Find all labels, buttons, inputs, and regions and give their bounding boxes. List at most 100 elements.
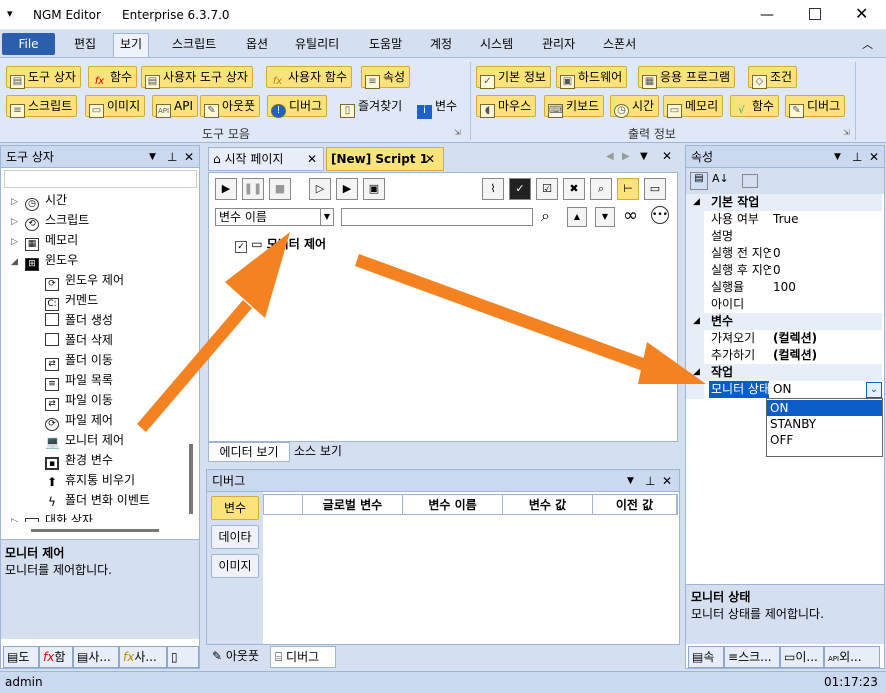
menu-utility[interactable]: 유틸리티 xyxy=(289,34,345,54)
pause-icon[interactable]: ❚❚ xyxy=(242,178,264,200)
prop-row[interactable]: 추가하기 (컬렉션) xyxy=(687,347,882,364)
tree-child-env-var[interactable]: ▪ 환경 변수 xyxy=(45,450,113,470)
tree-child-recycle[interactable]: ⬆ 휴지통 비우기 xyxy=(45,470,135,490)
tree-item-dialog[interactable]: ▷▭대화 상자 xyxy=(11,510,93,522)
tree-item-window[interactable]: ◢ ⊞ 윈도우 xyxy=(11,250,78,272)
tree-item-memory[interactable]: ▷ ▦ 메모리 xyxy=(11,230,78,252)
tree-child-file-list[interactable]: ≡ 파일 목록 xyxy=(45,370,113,391)
pin-icon[interactable]: ⊥ xyxy=(645,470,655,492)
expand-icon[interactable]: ▷ xyxy=(11,232,21,252)
tree-child-file-control[interactable]: ⟳ 파일 제어 xyxy=(45,410,113,431)
close-icon[interactable]: ✕ xyxy=(869,146,879,168)
categorized-icon[interactable]: ▤ xyxy=(690,172,708,190)
menu-sponsor[interactable]: 스폰서 xyxy=(597,34,642,54)
tab-toolbox[interactable]: ▤도 xyxy=(3,646,39,668)
h-scrollbar-thumb[interactable] xyxy=(31,529,159,532)
infinity-icon[interactable]: ∞ xyxy=(623,205,638,226)
prop-row[interactable]: 사용 여부 True xyxy=(687,211,882,228)
tab-debug[interactable]: ⌸ 디버그 xyxy=(270,646,336,668)
option-off[interactable]: OFF xyxy=(767,432,882,448)
pin-icon[interactable]: ⊥ xyxy=(167,146,177,168)
var-search-input[interactable] xyxy=(341,208,533,226)
collapse-icon[interactable]: ◢ xyxy=(693,364,700,381)
collapse-icon[interactable]: ◢ xyxy=(693,313,700,330)
tree-item-script[interactable]: ▷ ⟲ 스크립트 xyxy=(11,210,89,232)
tree-child-window-control[interactable]: ⟳ 윈도우 제어 xyxy=(45,270,124,291)
prop-row[interactable]: 가져오기 (컬렉션) xyxy=(687,330,882,347)
tree-item-time[interactable]: ▷ ◷ 시간 xyxy=(11,190,67,212)
tab-output[interactable]: ✎ 아웃풋 xyxy=(208,646,270,668)
tab-prev-icon[interactable]: ◀ xyxy=(606,151,614,162)
dropdown-icon[interactable]: ▼ xyxy=(834,146,841,168)
debug-vars-button[interactable]: 변수 xyxy=(211,496,259,520)
properties-button[interactable]: ≡ 속성 xyxy=(361,66,411,89)
tab-function[interactable]: fx함 xyxy=(39,646,73,668)
mouse-button[interactable]: ◖ 마우스 xyxy=(476,95,537,118)
variables-button[interactable]: i 변수 xyxy=(413,95,462,119)
minimize-icon[interactable]: — xyxy=(760,7,774,23)
tree-child-command[interactable]: C: 커멘드 xyxy=(45,290,98,311)
node-checkbox[interactable]: ✓ xyxy=(235,241,247,253)
scrollbar-thumb[interactable] xyxy=(189,444,193,514)
category-variables[interactable]: ◢ 변수 xyxy=(687,313,882,330)
basic-info-button[interactable]: ✓ 기본 정보 xyxy=(476,66,551,89)
tab-next-icon[interactable]: ▶ xyxy=(622,151,630,162)
tree-child-monitor-control[interactable]: 💻 모니터 제어 xyxy=(45,430,124,450)
run-selected-icon[interactable]: ▣ xyxy=(363,178,385,200)
menu-help[interactable]: 도움말 xyxy=(363,34,408,54)
menu-script[interactable]: 스크립트 xyxy=(166,34,222,54)
option-standby[interactable]: STANBY xyxy=(767,416,882,432)
close-icon[interactable]: ✕ xyxy=(662,470,672,492)
condition-button[interactable]: ◇ 조건 xyxy=(748,66,798,89)
tab-favorites[interactable]: ▯ xyxy=(167,646,199,668)
tree-child-folder-event[interactable]: ϟ 폴더 변화 이벤트 xyxy=(45,490,150,510)
tab-external[interactable]: API외... xyxy=(824,646,880,668)
col-prev-value[interactable]: 이전 값 xyxy=(593,495,677,515)
collapse-icon[interactable]: ◢ xyxy=(693,194,700,211)
tree-child-folder-delete[interactable]: 폴더 삭제 xyxy=(45,330,113,350)
output-function-button[interactable]: √ 함수 xyxy=(730,95,780,117)
prop-row[interactable]: 실행 전 지연 0 xyxy=(687,245,882,262)
menu-system[interactable]: 시스템 xyxy=(474,34,519,54)
close-icon[interactable]: ✕ xyxy=(662,149,672,163)
var-name-select[interactable]: 변수 이름 ▼ xyxy=(215,208,334,226)
toolbox-button[interactable]: ▤ 도구 상자 xyxy=(6,66,81,89)
prop-row[interactable]: 실행 후 지연 0 xyxy=(687,262,882,279)
collapse-icon[interactable]: ◢ xyxy=(11,252,21,272)
file-menu[interactable]: File xyxy=(2,33,55,55)
function-button[interactable]: fx 함수 xyxy=(88,66,138,88)
chevron-down-icon[interactable]: ▼ xyxy=(320,209,333,225)
tab-properties[interactable]: ▤속 xyxy=(688,646,724,668)
run-step-icon[interactable]: ▷ xyxy=(309,178,331,200)
group-launcher-icon[interactable]: ⇲ xyxy=(454,128,461,137)
dropdown-icon[interactable]: ▼ xyxy=(627,470,634,492)
expand-icon[interactable]: ▷ xyxy=(11,212,21,232)
menu-account[interactable]: 계정 xyxy=(424,34,458,54)
tab-script1[interactable]: [New] Script 1 ✕ xyxy=(326,147,444,171)
tab-source-view[interactable]: 소스 보기 xyxy=(290,442,346,462)
close-icon[interactable]: ✕ xyxy=(184,146,194,168)
system-menu-icon[interactable]: ▾ xyxy=(7,7,13,20)
time-button[interactable]: ◷ 시간 xyxy=(610,95,660,118)
user-function-button[interactable]: fx 사용자 함수 xyxy=(266,66,353,88)
script-node-monitor[interactable]: ✓ ▭ 모니터 제어 xyxy=(235,235,326,253)
delete-icon[interactable]: ✖ xyxy=(563,178,585,200)
chevron-down-icon[interactable]: ⌄ xyxy=(866,382,882,398)
col-var-name[interactable]: 변수 이름 xyxy=(403,495,503,515)
output-debug-button[interactable]: ✎ 디버그 xyxy=(785,95,846,118)
search-icon[interactable]: ⌕ xyxy=(590,178,612,200)
run-icon[interactable]: ▶ xyxy=(215,178,237,200)
prop-row[interactable]: 실행율 100 xyxy=(687,279,882,296)
menu-edit[interactable]: 편집 xyxy=(68,34,102,54)
tree-view-icon[interactable]: ⊢ xyxy=(617,178,639,200)
search-icon[interactable]: ⌕ xyxy=(541,206,550,226)
menu-view[interactable]: 보기 xyxy=(113,33,150,57)
expand-icon[interactable]: ▷ xyxy=(11,192,21,212)
toolbox-search-input[interactable] xyxy=(4,170,197,188)
group-launcher-icon[interactable]: ⇲ xyxy=(843,128,850,137)
pin-icon[interactable]: ⊥ xyxy=(852,146,862,168)
check-all-icon[interactable]: ✓ xyxy=(509,178,531,200)
tree-child-folder-move[interactable]: ⇄ 폴더 이동 xyxy=(45,350,113,371)
menu-admin[interactable]: 관리자 xyxy=(536,34,581,54)
dropdown-icon[interactable]: ▼ xyxy=(149,146,156,168)
